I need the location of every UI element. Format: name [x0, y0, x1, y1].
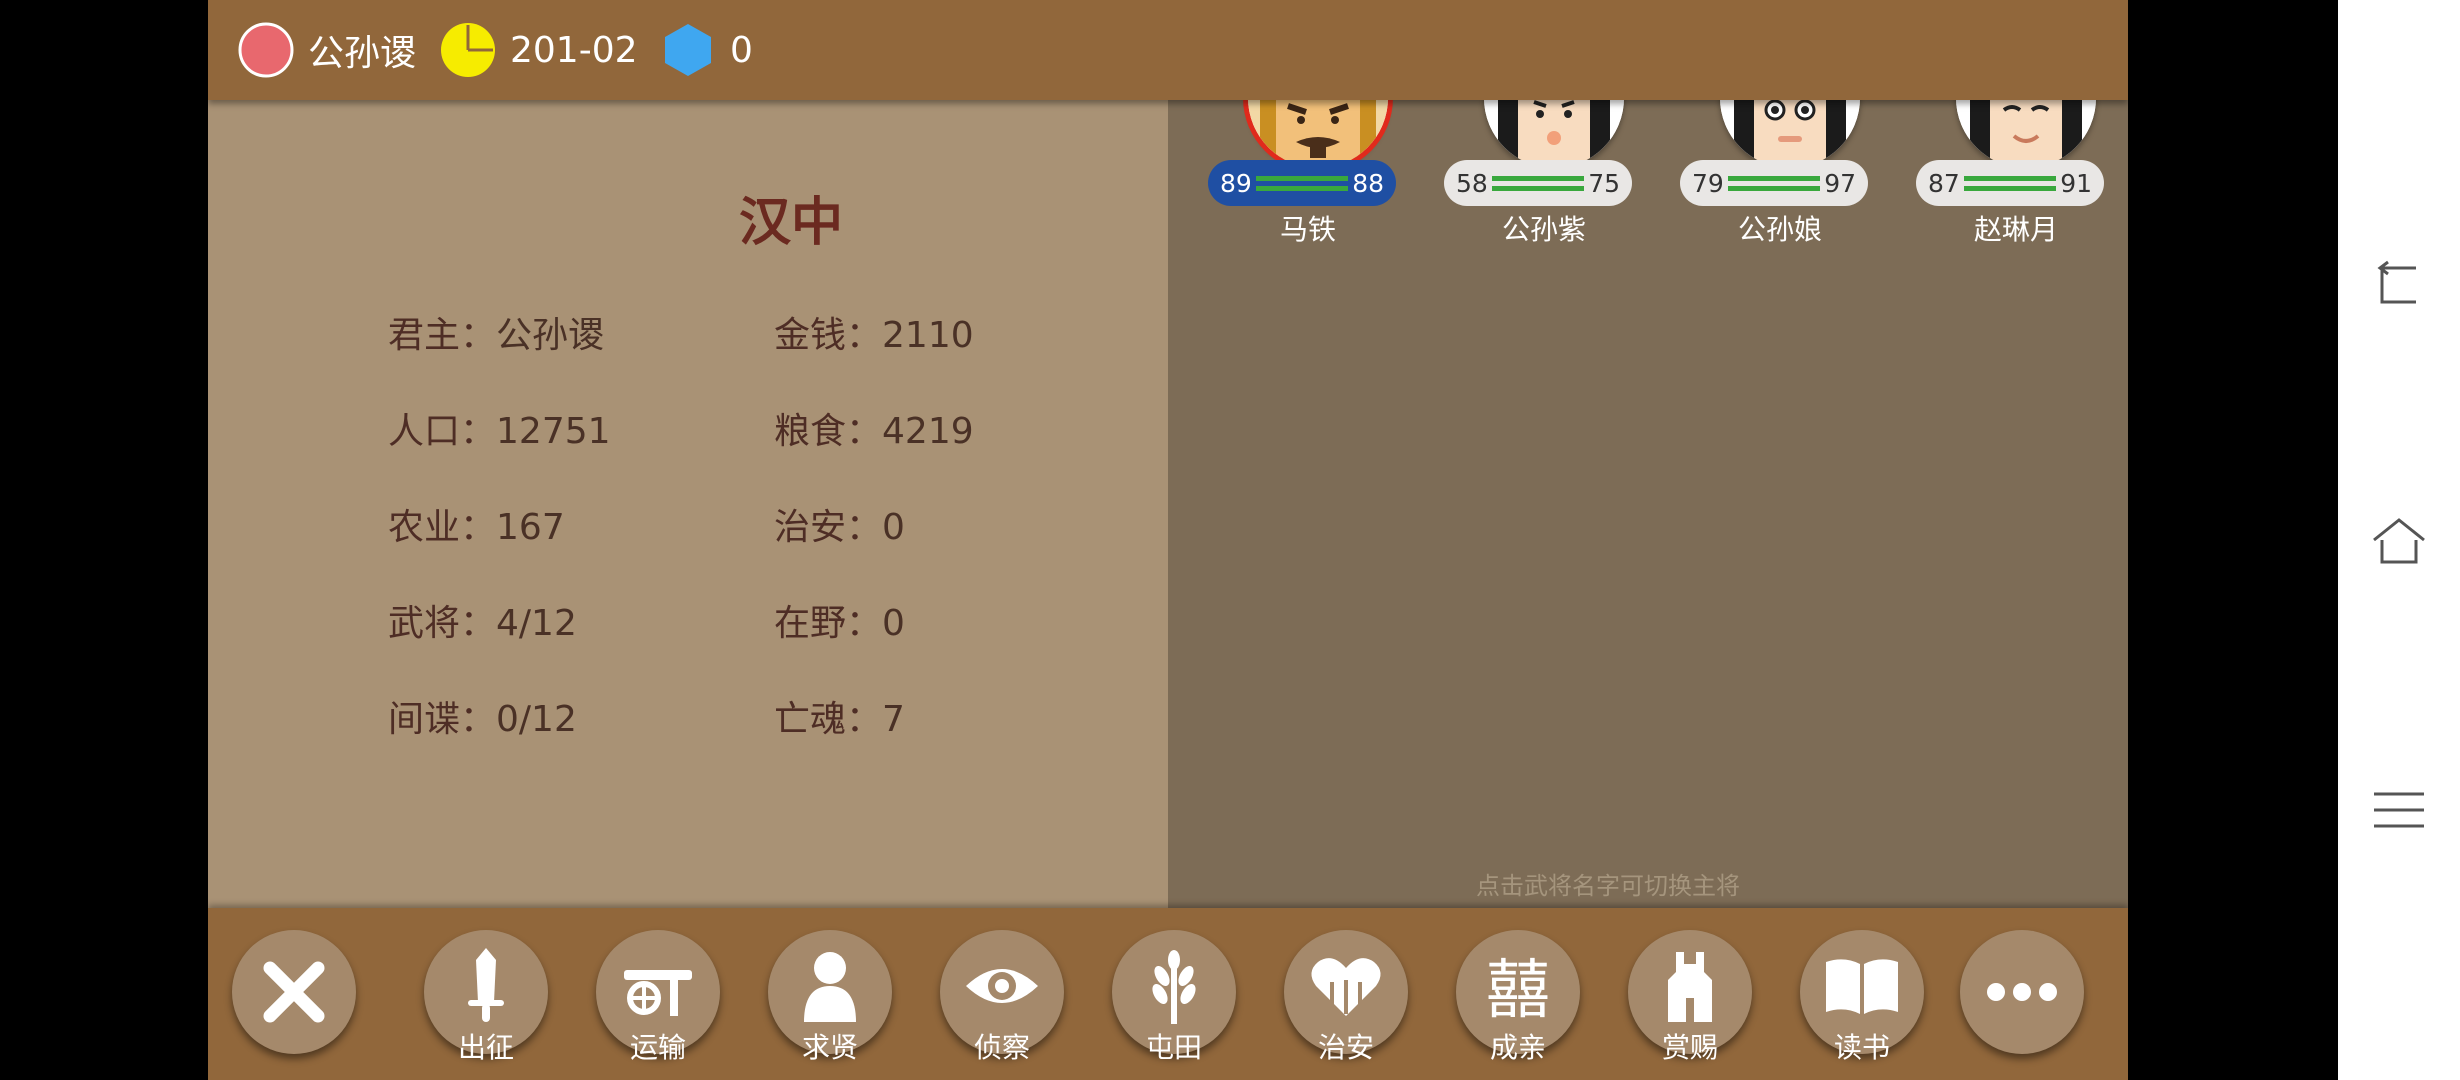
general-name[interactable]: 公孙紫: [1444, 208, 1644, 248]
study-label: 读书: [1833, 1031, 1890, 1064]
stat-bars: [1964, 175, 2056, 191]
top-status-bar: 公孙谡 201-02 0: [208, 0, 2128, 100]
recruit-label: 求贤: [801, 1031, 858, 1064]
stat-generals: 武将：4/12: [388, 603, 577, 644]
transport-label: 运输: [629, 1031, 686, 1064]
player-info: 公孙谡: [238, 0, 416, 100]
general-name[interactable]: 赵琳月: [1916, 208, 2116, 248]
date-info: 201-02: [440, 0, 638, 100]
stat-population: 人口：12751: [388, 411, 611, 452]
stat-bars: [1256, 175, 1348, 191]
shield-heart-icon: [1311, 958, 1381, 1016]
system-navigation-bar: [2338, 0, 2460, 1080]
expedition-button[interactable]: 出征: [424, 930, 548, 1064]
scout-button[interactable]: 侦察: [940, 930, 1064, 1064]
action-bar: 出征 运输 求贤 侦察 屯田 治安 囍 成亲 赏赐 读书: [208, 908, 2128, 1080]
gem-info: 0: [660, 0, 753, 100]
player-color-icon: [238, 22, 294, 78]
stat-agriculture: 农业：167: [388, 507, 565, 548]
marriage-label: 成亲: [1489, 1031, 1546, 1064]
farm-label: 屯田: [1145, 1031, 1202, 1064]
stat-money: 金钱：2110: [774, 315, 974, 356]
switch-leader-hint: 点击武将名字可切换主将: [1476, 872, 1740, 900]
wheat-icon: [1152, 950, 1196, 1024]
transport-button[interactable]: 运输: [596, 930, 720, 1064]
marriage-button[interactable]: 囍 成亲: [1456, 930, 1580, 1064]
eye-icon: [966, 969, 1038, 1003]
general-name[interactable]: 马铁: [1208, 208, 1408, 248]
expedition-label: 出征: [457, 1031, 514, 1064]
more-button[interactable]: [1960, 930, 2084, 1054]
double-happiness-icon: 囍: [1486, 954, 1550, 1026]
general-stat-bar: 87 91: [1916, 160, 2104, 206]
stat-security: 治安：0: [774, 507, 905, 548]
security-button[interactable]: 治安: [1284, 930, 1408, 1064]
game-date: 201-02: [510, 29, 638, 71]
cart-icon: [624, 970, 692, 1016]
svg-text:囍: 囍: [1486, 954, 1550, 1026]
back-icon[interactable]: [2368, 254, 2430, 316]
gift-icon: [1668, 952, 1712, 1022]
stat-ruler: 君主：公孙谡: [388, 315, 605, 356]
stat-food: 粮食：4219: [774, 411, 974, 452]
stat-fallen-souls: 亡魂：7: [774, 699, 905, 740]
reward-label: 赏赐: [1661, 1031, 1718, 1064]
scout-label: 侦察: [973, 1031, 1030, 1064]
security-label: 治安: [1317, 1031, 1374, 1064]
stat-spies: 间谍：0/12: [388, 699, 577, 740]
home-icon[interactable]: [2368, 510, 2430, 572]
gem-hexagon-icon: [665, 24, 711, 76]
stat-unaffiliated: 在野：0: [774, 603, 905, 644]
reward-button[interactable]: 赏赐: [1628, 930, 1752, 1064]
study-button[interactable]: 读书: [1800, 930, 1924, 1064]
close-icon: [263, 961, 325, 1023]
general-stat-bar: 79 97: [1680, 160, 1868, 206]
sword-icon: [468, 948, 504, 1022]
stat-bars: [1492, 175, 1584, 191]
farm-button[interactable]: 屯田: [1112, 930, 1236, 1064]
stat-bars: [1728, 175, 1820, 191]
book-icon: [1826, 959, 1898, 1014]
general-name[interactable]: 公孙娘: [1680, 208, 1880, 248]
gem-count: 0: [730, 29, 753, 71]
person-icon: [804, 952, 856, 1022]
general-stat-bar: 89 88: [1208, 160, 1396, 206]
date-clock-icon: [441, 23, 495, 77]
close-button[interactable]: [232, 930, 356, 1054]
player-name: 公孙谡: [308, 33, 417, 74]
more-icon: [1987, 983, 2057, 1001]
menu-icon[interactable]: [2368, 780, 2430, 842]
general-stat-bar: 58 75: [1444, 160, 1632, 206]
game-screen: 公孙谡 201-02 0 汉中 君主：公孙谡 金钱：2110 人口：12751 …: [208, 0, 2128, 1080]
recruit-button[interactable]: 求贤: [768, 930, 892, 1064]
